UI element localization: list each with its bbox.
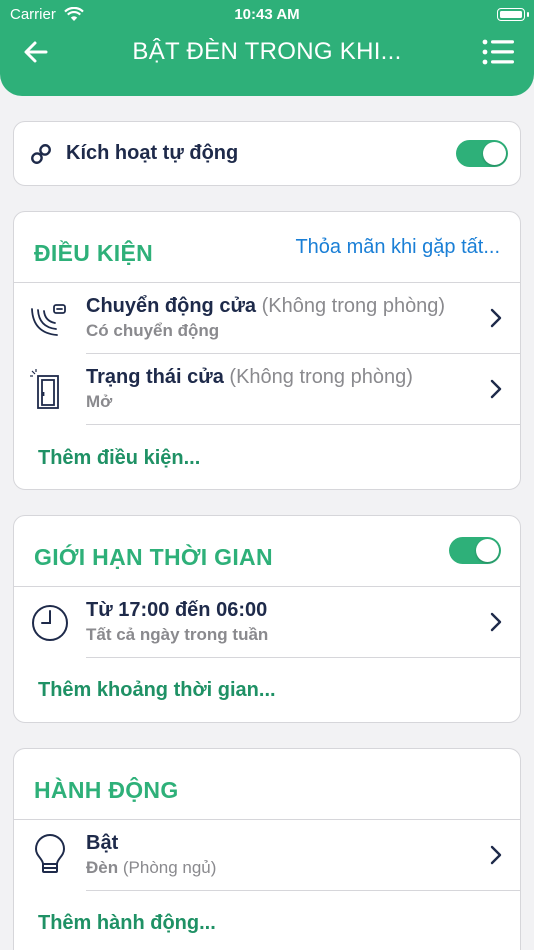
condition-room: (Không trong phòng) — [261, 295, 446, 317]
back-arrow-icon[interactable] — [22, 38, 50, 66]
condition-name: Chuyển động cửa — [86, 295, 257, 317]
motion-sensor-icon — [31, 304, 66, 336]
divider — [86, 657, 520, 658]
status-time: 10:43 AM — [234, 6, 300, 23]
conditions-title: ĐIỀU KIỆN — [34, 240, 153, 266]
condition-room: (Không trong phòng) — [229, 366, 413, 388]
time-days: Tất cả ngày trong tuần — [86, 625, 269, 644]
auto-activation-toggle[interactable] — [456, 140, 508, 167]
link-icon — [31, 144, 51, 164]
auto-activation-label: Kích hoạt tự động — [66, 142, 239, 164]
action-room: (Phòng ngủ) — [122, 858, 217, 877]
condition-state: Có chuyển động — [86, 321, 220, 340]
chevron-right-icon — [490, 612, 502, 632]
chevron-right-icon — [490, 379, 502, 399]
time-limit-card: GIỚI HẠN THỜI GIAN Từ 17:00 đến 06:00 Tấ… — [13, 515, 521, 723]
clock-icon — [32, 605, 68, 641]
condition-state: Mở — [86, 392, 113, 411]
time-range: Từ 17:00 đến 06:00 — [86, 599, 267, 622]
actions-title: HÀNH ĐỘNG — [34, 777, 179, 803]
condition-row-motion[interactable]: Chuyển động cửa (Không trong phòng) Có c… — [14, 283, 520, 353]
divider — [86, 424, 520, 425]
auto-activation-card: Kích hoạt tự động — [13, 121, 521, 186]
match-condition-link[interactable]: Thỏa mãn khi gặp tất... — [295, 236, 500, 259]
conditions-card: ĐIỀU KIỆN Thỏa mãn khi gặp tất... Chuyển… — [13, 211, 521, 490]
condition-name: Trạng thái cửa — [86, 366, 224, 388]
action-name: Bật — [86, 832, 119, 854]
actions-card: HÀNH ĐỘNG Bật Đèn (Phòng ngủ) Thêm hành … — [13, 748, 521, 950]
action-title: Bật — [86, 832, 118, 855]
add-action-link[interactable]: Thêm hành động... — [38, 912, 216, 935]
door-icon — [30, 369, 59, 409]
toggle-knob — [476, 539, 499, 562]
status-bar: Carrier 10:43 AM — [0, 6, 534, 24]
time-range-text: Từ 17:00 đến 06:00 — [86, 599, 268, 621]
condition-title: Chuyển động cửa (Không trong phòng) — [86, 295, 445, 318]
list-menu-icon[interactable] — [482, 39, 514, 65]
action-target: Đèn (Phòng ngủ) — [86, 858, 216, 878]
battery-icon — [497, 8, 529, 21]
action-device: Đèn — [86, 858, 119, 877]
add-time-range-link[interactable]: Thêm khoảng thời gian... — [38, 679, 276, 702]
chevron-right-icon — [490, 308, 502, 328]
time-limit-title: GIỚI HẠN THỜI GIAN — [34, 544, 273, 570]
time-limit-toggle[interactable] — [449, 537, 501, 564]
action-row-light[interactable]: Bật Đèn (Phòng ngủ) — [14, 820, 520, 890]
page-title: BẬT ĐÈN TRONG KHI... — [132, 38, 402, 65]
time-range-row[interactable]: Từ 17:00 đến 06:00 Tất cả ngày trong tuầ… — [14, 587, 520, 657]
condition-row-door[interactable]: Trạng thái cửa (Không trong phòng) Mở — [14, 354, 520, 424]
toggle-knob — [483, 142, 506, 165]
light-bulb-icon — [35, 834, 65, 873]
chevron-right-icon — [490, 845, 502, 865]
divider — [86, 890, 520, 891]
add-condition-link[interactable]: Thêm điều kiện... — [38, 447, 200, 470]
app-header: Carrier 10:43 AM BẬT ĐÈN TRONG KHI... — [0, 0, 534, 96]
condition-title: Trạng thái cửa (Không trong phòng) — [86, 366, 413, 389]
